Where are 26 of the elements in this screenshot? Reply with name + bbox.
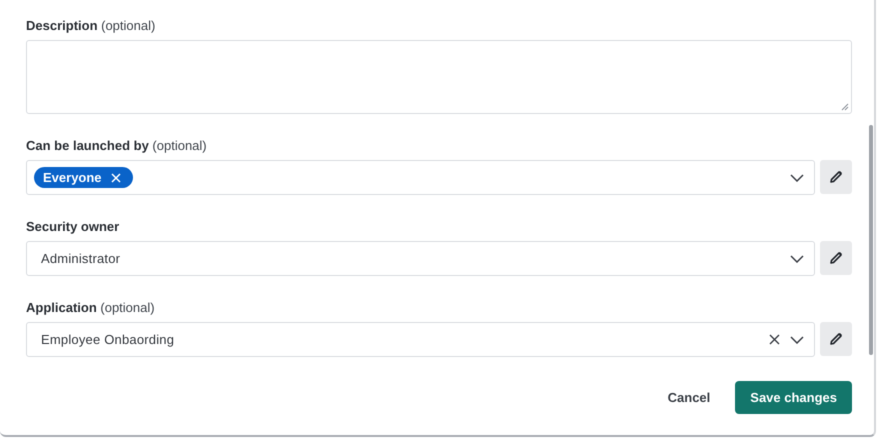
field-label: Security owner [26, 219, 120, 235]
pencil-icon [828, 331, 844, 347]
field-label: Can be launched by (optional) [26, 138, 208, 154]
resize-grip-icon [841, 103, 849, 111]
tag-label: Everyone [43, 170, 102, 185]
field-label: Application (optional) [26, 300, 156, 316]
remove-icon[interactable] [110, 172, 121, 182]
pencil-icon [828, 250, 844, 266]
chevron-down-icon[interactable] [790, 336, 804, 344]
select-value: Administrator [40, 251, 120, 266]
select-field[interactable]: Employee Onbaording [26, 322, 815, 357]
chevron-down-icon[interactable] [790, 174, 804, 182]
description-field[interactable] [26, 40, 852, 114]
edit-button[interactable] [820, 322, 852, 356]
field-label: Description (optional) [26, 18, 156, 34]
cancel-button[interactable]: Cancel [668, 384, 710, 411]
save-button[interactable]: Save changes [735, 381, 852, 414]
clear-icon[interactable] [769, 334, 780, 345]
edit-button[interactable] [820, 241, 852, 275]
edit-button[interactable] [820, 160, 852, 194]
chevron-down-icon[interactable] [790, 254, 804, 262]
pencil-icon [828, 169, 844, 185]
select-field[interactable]: Administrator [26, 241, 815, 276]
select-value: Employee Onbaording [40, 332, 174, 347]
scrollbar[interactable] [869, 125, 873, 355]
select-field[interactable]: Everyone [26, 160, 815, 195]
